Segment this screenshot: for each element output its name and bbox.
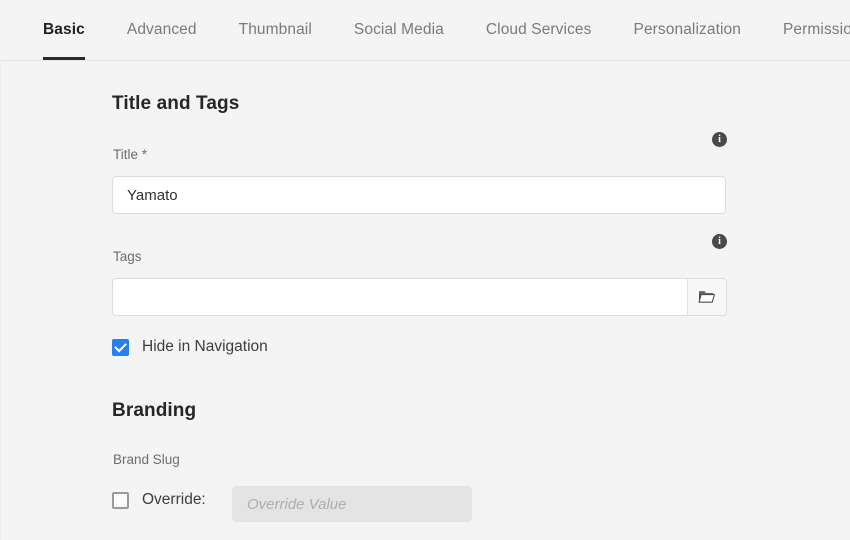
settings-panel: Title and Tags i Title * i Tags Hide in … [0,61,850,540]
tab-social-media[interactable]: Social Media [333,0,465,60]
brand-slug-override-input[interactable] [232,486,472,522]
tab-social-media-label: Social Media [354,21,444,39]
brand-slug-override-label: Override: [142,491,206,509]
tags-field-label: Tags [113,249,142,264]
hide-in-navigation-checkbox[interactable] [112,339,129,356]
section-heading-branding: Branding [112,400,196,422]
tab-thumbnail-label: Thumbnail [239,21,312,39]
tab-bar: Basic Advanced Thumbnail Social Media Cl… [0,0,850,61]
tab-thumbnail[interactable]: Thumbnail [218,0,333,60]
brand-slug-label: Brand Slug [113,452,180,467]
checkmark-icon [114,339,127,352]
hide-in-navigation-row[interactable]: Hide in Navigation [112,338,268,356]
brand-slug-override-checkbox[interactable] [112,492,129,509]
tab-personalization[interactable]: Personalization [613,0,762,60]
folder-icon [698,289,716,305]
tags-input[interactable] [112,278,688,316]
title-input[interactable] [112,176,726,214]
tab-personalization-label: Personalization [634,21,741,39]
tab-advanced[interactable]: Advanced [106,0,218,60]
tab-basic-label: Basic [43,21,85,39]
brand-slug-override-row[interactable]: Override: [112,491,206,509]
tab-permissions-label: Permissions [783,21,850,39]
tab-list: Basic Advanced Thumbnail Social Media Cl… [0,0,850,60]
tab-cloud-services-label: Cloud Services [486,21,592,39]
section-heading-title-and-tags: Title and Tags [112,93,239,115]
tab-cloud-services[interactable]: Cloud Services [465,0,613,60]
active-tab-indicator [43,57,85,60]
title-field-label: Title * [113,147,147,162]
tags-info-icon[interactable]: i [712,234,727,249]
tags-browse-button[interactable] [687,278,727,316]
title-info-icon[interactable]: i [712,132,727,147]
tab-basic[interactable]: Basic [22,0,106,60]
tab-advanced-label: Advanced [127,21,197,39]
tab-permissions[interactable]: Permissions [762,0,850,60]
hide-in-navigation-label: Hide in Navigation [142,338,268,356]
